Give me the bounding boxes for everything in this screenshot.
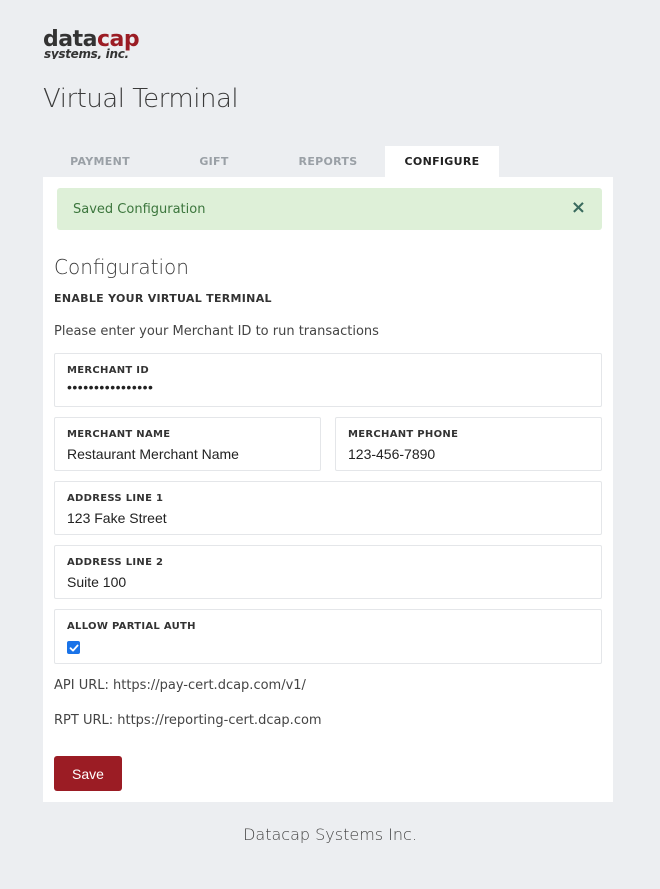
datacap-logo: datacap systems, inc. — [43, 29, 140, 59]
tab-payment[interactable]: PAYMENT — [43, 146, 157, 177]
tab-configure[interactable]: CONFIGURE — [385, 146, 499, 177]
tab-reports[interactable]: REPORTS — [271, 146, 385, 177]
merchant-name-label: MERCHANT NAME — [67, 429, 171, 440]
tab-bar: PAYMENT GIFT REPORTS CONFIGURE — [43, 146, 499, 177]
partial-auth-checkbox[interactable] — [67, 641, 80, 654]
address-line-2-input[interactable]: Suite 100 — [67, 574, 589, 590]
close-icon[interactable]: × — [571, 198, 586, 218]
merchant-id-input[interactable]: •••••••••••••••• — [67, 379, 589, 395]
merchant-name-input[interactable]: Restaurant Merchant Name — [67, 446, 308, 462]
merchant-phone-field: MERCHANT PHONE 123-456-7890 — [335, 417, 602, 471]
logo-subtext: systems, inc. — [44, 47, 129, 59]
alert-message: Saved Configuration — [73, 201, 206, 217]
address-line-1-label: ADDRESS LINE 1 — [67, 493, 164, 504]
address-line-1-input[interactable]: 123 Fake Street — [67, 510, 589, 526]
partial-auth-label: ALLOW PARTIAL AUTH — [67, 621, 196, 632]
instructions-text: Please enter your Merchant ID to run tra… — [54, 324, 379, 339]
api-url-text: API URL: https://pay-cert.dcap.com/v1/ — [54, 678, 306, 693]
merchant-phone-label: MERCHANT PHONE — [348, 429, 459, 440]
checkmark-icon — [69, 644, 78, 651]
section-subhead: ENABLE YOUR VIRTUAL TERMINAL — [54, 292, 272, 305]
saved-alert: Saved Configuration × — [57, 188, 602, 230]
address-line-2-field: ADDRESS LINE 2 Suite 100 — [54, 545, 602, 599]
rpt-url-text: RPT URL: https://reporting-cert.dcap.com — [54, 713, 322, 728]
merchant-id-label: MERCHANT ID — [67, 365, 149, 376]
tab-gift[interactable]: GIFT — [157, 146, 271, 177]
section-title: Configuration — [54, 255, 189, 279]
configure-panel: Saved Configuration × Configuration ENAB… — [43, 177, 613, 802]
partial-auth-field: ALLOW PARTIAL AUTH — [54, 609, 602, 664]
merchant-phone-input[interactable]: 123-456-7890 — [348, 446, 589, 462]
merchant-name-field: MERCHANT NAME Restaurant Merchant Name — [54, 417, 321, 471]
address-line-1-field: ADDRESS LINE 1 123 Fake Street — [54, 481, 602, 535]
page-title: Virtual Terminal — [43, 84, 239, 114]
footer-text: Datacap Systems Inc. — [243, 825, 417, 844]
merchant-id-field: MERCHANT ID •••••••••••••••• — [54, 353, 602, 407]
address-line-2-label: ADDRESS LINE 2 — [67, 557, 164, 568]
save-button[interactable]: Save — [54, 756, 122, 791]
